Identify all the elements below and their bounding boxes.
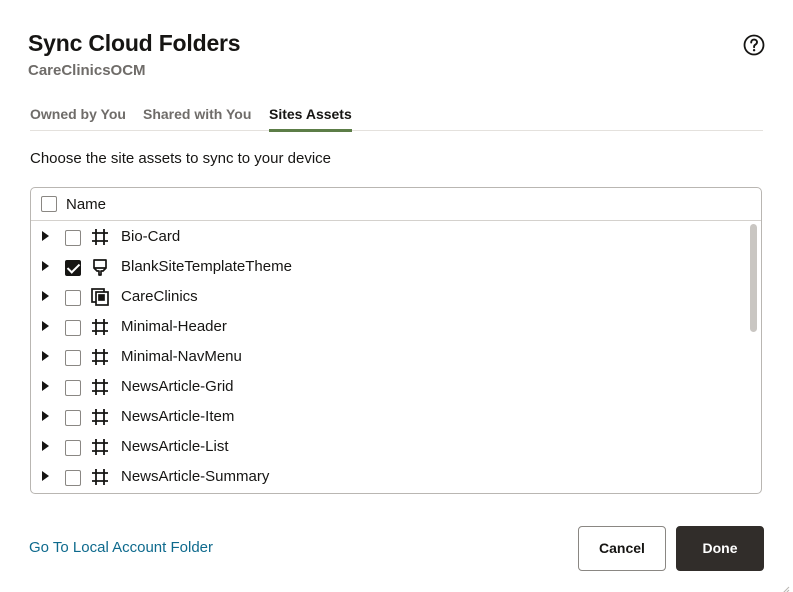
table-row[interactable]: NewsArticle-Item xyxy=(31,402,741,432)
dialog-title: Sync Cloud Folders xyxy=(28,30,241,56)
tab-bar: Owned by You Shared with You Sites Asset… xyxy=(30,102,763,132)
resize-handle-icon[interactable] xyxy=(782,581,790,592)
table-header: Name xyxy=(31,188,761,221)
expand-arrow-icon[interactable] xyxy=(42,411,49,421)
row-checkbox[interactable] xyxy=(65,320,81,336)
row-label: BlankSiteTemplateTheme xyxy=(121,258,292,275)
component-icon xyxy=(90,377,110,397)
component-icon xyxy=(90,407,110,427)
row-checkbox[interactable] xyxy=(65,230,81,246)
row-checkbox[interactable] xyxy=(65,410,81,426)
table-row[interactable]: Minimal-Header xyxy=(31,312,741,342)
row-checkbox[interactable] xyxy=(65,260,81,276)
row-label: Bio-Card xyxy=(121,228,181,245)
row-checkbox[interactable] xyxy=(65,440,81,456)
row-checkbox[interactable] xyxy=(65,350,81,366)
row-checkbox[interactable] xyxy=(65,470,81,486)
select-all-checkbox[interactable] xyxy=(41,196,57,212)
table-row[interactable]: Minimal-NavMenu xyxy=(31,342,741,372)
done-button[interactable]: Done xyxy=(676,526,764,571)
go-to-local-folder-link[interactable]: Go To Local Account Folder xyxy=(29,539,213,556)
name-column-header: Name xyxy=(66,196,107,213)
tab-shared-with-you[interactable]: Shared with You xyxy=(143,102,251,131)
site-template-icon xyxy=(90,287,110,307)
table-row[interactable]: NewsArticle-List xyxy=(31,432,741,462)
table-body: Bio-Card BlankSiteTemplateTheme CareClin… xyxy=(31,222,761,493)
assets-table: Name Bio-Card BlankSiteTemplateTheme Car… xyxy=(30,187,762,494)
row-label: NewsArticle-Summary xyxy=(121,468,270,485)
help-icon[interactable] xyxy=(742,33,766,57)
row-label: CareClinics xyxy=(121,288,198,305)
table-row[interactable]: BlankSiteTemplateTheme xyxy=(31,252,741,282)
row-label: NewsArticle-List xyxy=(121,438,229,455)
table-row[interactable]: NewsArticle-Grid xyxy=(31,372,741,402)
row-label: Minimal-Header xyxy=(121,318,227,335)
expand-arrow-icon[interactable] xyxy=(42,471,49,481)
theme-icon xyxy=(90,257,110,277)
component-icon xyxy=(90,347,110,367)
table-row[interactable]: Bio-Card xyxy=(31,222,741,252)
component-icon xyxy=(90,227,110,247)
component-icon xyxy=(90,467,110,487)
expand-arrow-icon[interactable] xyxy=(42,291,49,301)
dialog-subtitle: CareClinicsOCM xyxy=(28,62,146,79)
cancel-button[interactable]: Cancel xyxy=(578,526,666,571)
tab-sites-assets[interactable]: Sites Assets xyxy=(269,102,352,132)
table-scrollbar[interactable] xyxy=(750,224,757,332)
row-checkbox[interactable] xyxy=(65,290,81,306)
row-label: NewsArticle-Grid xyxy=(121,378,234,395)
expand-arrow-icon[interactable] xyxy=(42,381,49,391)
expand-arrow-icon[interactable] xyxy=(42,231,49,241)
component-icon xyxy=(90,317,110,337)
table-row[interactable]: NewsArticle-Summary xyxy=(31,462,741,492)
table-row[interactable]: CareClinics xyxy=(31,282,741,312)
expand-arrow-icon[interactable] xyxy=(42,351,49,361)
component-icon xyxy=(90,437,110,457)
tab-owned-by-you[interactable]: Owned by You xyxy=(30,102,126,131)
instructions-text: Choose the site assets to sync to your d… xyxy=(30,150,331,167)
row-checkbox[interactable] xyxy=(65,380,81,396)
expand-arrow-icon[interactable] xyxy=(42,441,49,451)
expand-arrow-icon[interactable] xyxy=(42,261,49,271)
row-label: NewsArticle-Item xyxy=(121,408,235,425)
expand-arrow-icon[interactable] xyxy=(42,321,49,331)
sync-cloud-folders-dialog: Sync Cloud Folders CareClinicsOCM Owned … xyxy=(0,0,793,592)
row-label: Minimal-NavMenu xyxy=(121,348,242,365)
